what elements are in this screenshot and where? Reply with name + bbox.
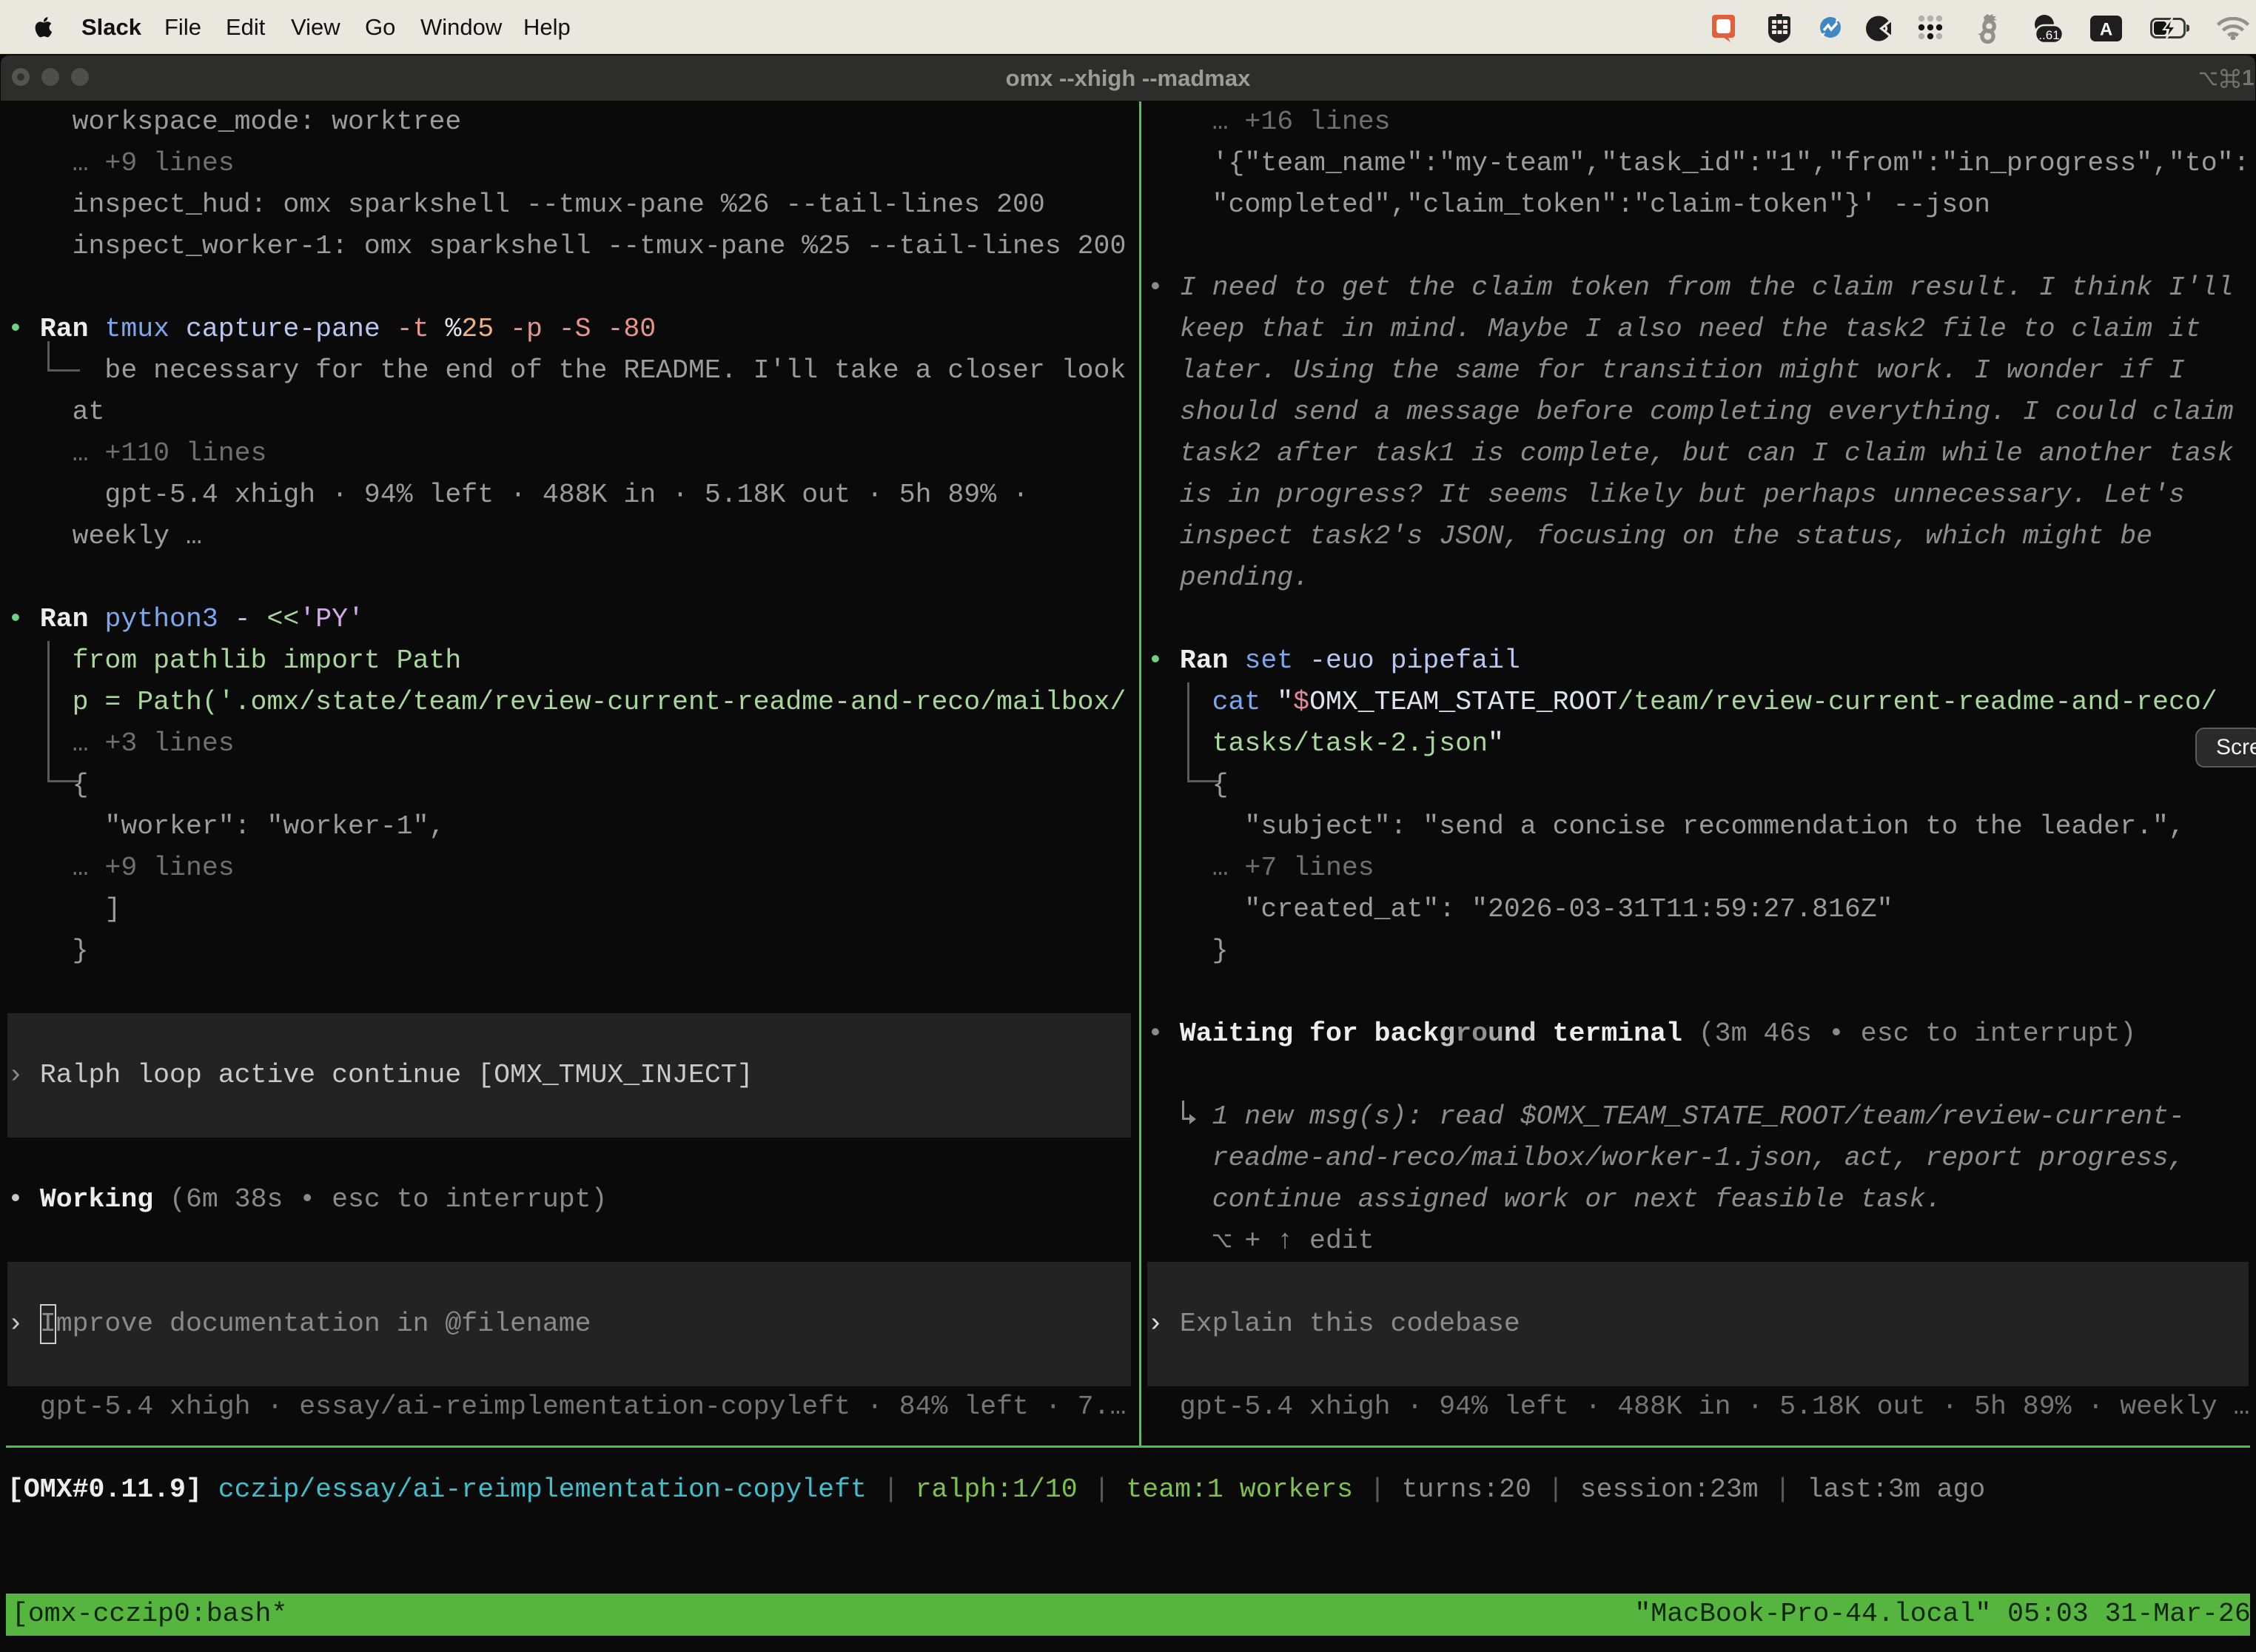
svg-text:A: A	[2100, 20, 2112, 40]
svg-text:..61: ..61	[2038, 28, 2059, 42]
